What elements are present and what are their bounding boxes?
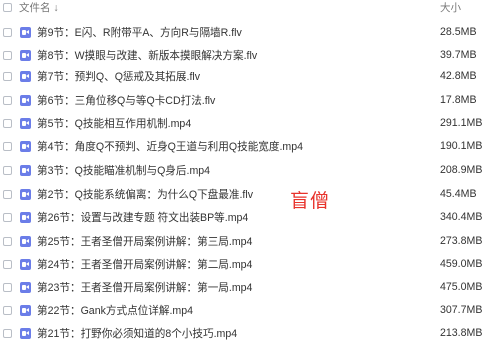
file-checkbox[interactable] [3, 141, 12, 151]
file-row[interactable]: 第8节：W摸眼与改建、新版本摸眼解决方案.flv 39.7MB [0, 45, 496, 65]
file-size: 273.8MB [440, 235, 483, 247]
file-name[interactable]: 第5节：Q技能相互作用机制.mp4 [37, 116, 191, 131]
file-checkbox[interactable] [3, 118, 12, 128]
column-header-name-label: 文件名 [19, 1, 51, 14]
file-checkbox[interactable] [3, 212, 12, 222]
select-all-checkbox[interactable] [3, 2, 12, 12]
file-name[interactable]: 第22节：Gank方式点位详解.mp4 [37, 303, 193, 318]
file-name[interactable]: 第21节：打野你必须知道的8个小技巧.mp4 [37, 326, 237, 341]
video-file-icon [20, 26, 31, 38]
watermark-text: 盲僧 [290, 190, 331, 212]
file-row[interactable]: 第4节：角度Q不预判、近身Q王道与利用Q技能宽度.mp4 190.1MB [0, 136, 496, 156]
file-checkbox[interactable] [3, 328, 12, 338]
file-size: 340.4MB [440, 211, 483, 223]
video-file-icon [20, 188, 31, 200]
file-checkbox[interactable] [3, 189, 12, 199]
file-name[interactable]: 第2节：Q技能系统偏离：为什么Q下盘最准.flv [37, 187, 253, 202]
file-name[interactable]: 第6节：三角位移Q与等Q卡CD打法.flv [37, 93, 215, 108]
video-file-icon [20, 327, 31, 339]
file-checkbox[interactable] [3, 50, 12, 60]
file-row[interactable]: 第24节：王者圣僧开局案例讲解：第二局.mp4 459.0MB [0, 254, 496, 274]
file-checkbox[interactable] [3, 27, 12, 37]
file-row[interactable]: 第3节：Q技能瞄准机制与Q身后.mp4 208.9MB [0, 160, 496, 180]
video-file-icon [20, 304, 31, 316]
file-row[interactable]: 第7节：预判Q、Q惩戒及其拓展.flv 42.8MB [0, 66, 496, 86]
file-row[interactable]: 第5节：Q技能相互作用机制.mp4 291.1MB [0, 113, 496, 133]
file-name[interactable]: 第7节：预判Q、Q惩戒及其拓展.flv [37, 69, 200, 84]
video-file-icon [20, 94, 31, 106]
video-file-icon [20, 70, 31, 82]
video-file-icon [20, 164, 31, 176]
file-row[interactable]: 第23节：王者圣僧开局案例讲解：第一局.mp4 475.0MB [0, 277, 496, 297]
file-row[interactable]: 第2节：Q技能系统偏离：为什么Q下盘最准.flv 45.4MB [0, 184, 496, 204]
file-checkbox[interactable] [3, 71, 12, 81]
file-size: 307.7MB [440, 304, 483, 316]
file-size: 45.4MB [440, 188, 477, 200]
video-file-icon [20, 117, 31, 129]
file-name[interactable]: 第24节：王者圣僧开局案例讲解：第二局.mp4 [37, 257, 252, 272]
file-name[interactable]: 第4节：角度Q不预判、近身Q王道与利用Q技能宽度.mp4 [37, 139, 303, 154]
file-checkbox[interactable] [3, 259, 12, 269]
file-name[interactable]: 第23节：王者圣僧开局案例讲解：第一局.mp4 [37, 280, 252, 295]
file-row[interactable]: 第6节：三角位移Q与等Q卡CD打法.flv 17.8MB [0, 90, 496, 110]
file-name[interactable]: 第9节：E闪、R附带平A、方向R与隔墙R.flv [37, 25, 242, 40]
video-file-icon [20, 211, 31, 223]
file-checkbox[interactable] [3, 282, 12, 292]
column-header-name[interactable]: 文件名 ↓ [19, 0, 59, 15]
file-size: 42.8MB [440, 70, 477, 82]
file-checkbox[interactable] [3, 236, 12, 246]
file-row[interactable]: 第22节：Gank方式点位详解.mp4 307.7MB [0, 300, 496, 320]
video-file-icon [20, 49, 31, 61]
file-checkbox[interactable] [3, 95, 12, 105]
file-row[interactable]: 第25节：王者圣僧开局案例讲解：第三局.mp4 273.8MB [0, 231, 496, 251]
video-file-icon [20, 281, 31, 293]
video-file-icon [20, 258, 31, 270]
video-file-icon [20, 235, 31, 247]
column-header-size[interactable]: 大小 [440, 0, 461, 15]
file-size: 208.9MB [440, 164, 483, 176]
file-name[interactable]: 第3节：Q技能瞄准机制与Q身后.mp4 [37, 163, 210, 178]
file-size: 475.0MB [440, 281, 483, 293]
file-size: 28.5MB [440, 26, 477, 38]
file-name[interactable]: 第25节：王者圣僧开局案例讲解：第三局.mp4 [37, 234, 252, 249]
file-name[interactable]: 第8节：W摸眼与改建、新版本摸眼解决方案.flv [37, 48, 257, 63]
file-row[interactable]: 第26节：设置与改建专题 符文出装BP等.mp4 340.4MB [0, 207, 496, 227]
file-checkbox[interactable] [3, 305, 12, 315]
file-row[interactable]: 第21节：打野你必须知道的8个小技巧.mp4 213.8MB [0, 323, 496, 343]
file-checkbox[interactable] [3, 165, 12, 175]
file-size: 291.1MB [440, 117, 483, 129]
file-row[interactable]: 第9节：E闪、R附带平A、方向R与隔墙R.flv 28.5MB [0, 22, 496, 42]
file-list-header: 文件名 ↓ 大小 [0, 0, 496, 14]
video-file-icon [20, 140, 31, 152]
file-size: 213.8MB [440, 327, 483, 339]
file-name[interactable]: 第26节：设置与改建专题 符文出装BP等.mp4 [37, 210, 248, 225]
file-size: 17.8MB [440, 94, 477, 106]
sort-down-icon: ↓ [53, 1, 59, 14]
file-size: 190.1MB [440, 140, 483, 152]
file-size: 39.7MB [440, 49, 477, 61]
file-size: 459.0MB [440, 258, 483, 270]
